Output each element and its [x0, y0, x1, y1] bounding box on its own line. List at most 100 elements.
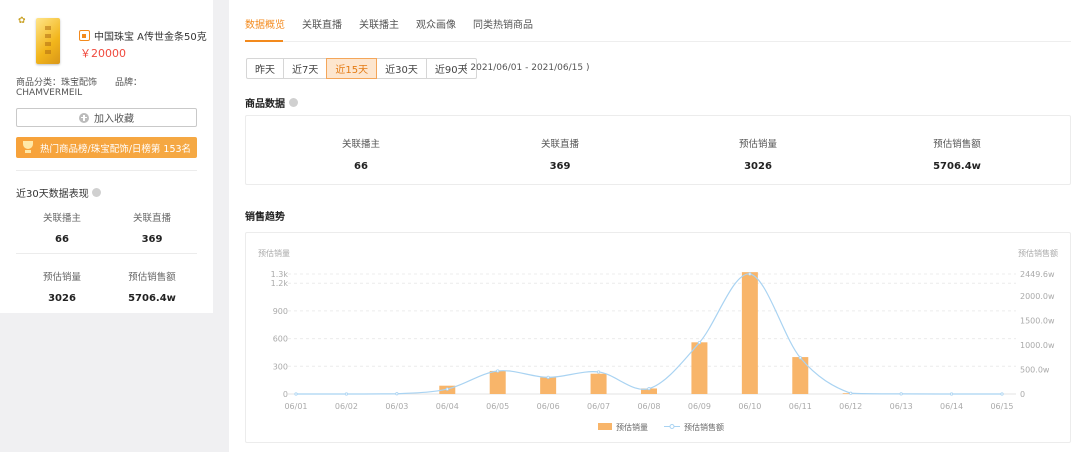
x-tick-label: 06/01 [284, 402, 307, 411]
line-point[interactable] [1000, 392, 1004, 396]
info-icon[interactable] [289, 98, 298, 107]
tab-related-lives[interactable]: 关联直播 [302, 16, 342, 31]
line-point[interactable] [596, 370, 601, 374]
date-option-7d[interactable]: 近7天 [283, 58, 328, 79]
line-point[interactable] [344, 392, 349, 396]
line-point[interactable] [445, 387, 449, 391]
product-meta: 商品分类：珠宝配饰 品牌： CHAMVERMEIL [16, 78, 206, 98]
product-image[interactable]: ✿ [16, 12, 74, 74]
metric-label: 预估销售额 [933, 139, 981, 150]
category-value: 珠宝配饰 [61, 78, 98, 88]
tab-audience-profile[interactable]: 观众画像 [416, 16, 456, 31]
y-axis-right-title: 预估销售额 [1018, 248, 1058, 258]
sales-trend-title: 销售趋势 [245, 208, 285, 223]
pin-icon: ✿ [18, 16, 26, 26]
y-tick-left-label: 1.2k [271, 279, 289, 288]
y-tick-right-label: 2449.6w [1020, 270, 1055, 279]
bar-est-sales[interactable] [792, 357, 809, 394]
left-stats-title-text: 近30天数据表现 [16, 189, 89, 200]
line-point[interactable] [899, 392, 903, 396]
stat-value: 66 [55, 234, 69, 245]
metric-est-revenue: 预估销售额 5706.4w [887, 136, 1027, 172]
product-title[interactable]: 中国珠宝 A传世金条50克 [94, 28, 207, 43]
rank-banner-text: 热门商品榜/珠宝配饰/日榜第 153名 [40, 143, 192, 155]
line-point[interactable] [647, 387, 651, 391]
sales-trend-chart: 预估销量 预估销售额03006009001.2k1.3k0500.0w1000.0… [258, 248, 1058, 432]
add-favorite-button[interactable]: 加入收藏 [16, 108, 197, 127]
product-price: ￥20000 [80, 47, 126, 60]
line-point[interactable] [546, 375, 550, 379]
tab-related-hosts[interactable]: 关联播主 [359, 16, 399, 31]
stat-value: 369 [141, 234, 163, 245]
y-tick-left-label: 1.3k [271, 270, 289, 279]
metric-est-sales: 预估销量 3026 [688, 136, 828, 172]
y-tick-left-label: 900 [273, 307, 288, 316]
line-point[interactable] [798, 356, 802, 360]
product-data-title: 商品数据 [245, 95, 298, 110]
trophy-icon [22, 140, 34, 155]
tab-similar-products[interactable]: 同类热销商品 [473, 16, 533, 31]
active-tab-indicator [245, 40, 283, 42]
x-tick-label: 06/04 [436, 402, 459, 411]
brand-value: CHAMVERMEIL [16, 88, 83, 98]
date-filter: 昨天 近7天 近15天 近30天 近90天 [246, 58, 477, 79]
shop-icon [79, 30, 90, 41]
metric-value: 66 [354, 161, 368, 172]
line-point[interactable] [395, 392, 399, 396]
stat-value: 3026 [48, 293, 76, 304]
x-tick-label: 06/03 [385, 402, 408, 411]
x-tick-label: 06/02 [335, 402, 358, 411]
info-icon[interactable] [91, 188, 101, 197]
stat-value: 5706.4w [128, 293, 176, 304]
gold-bar-icon [36, 18, 60, 64]
x-tick-label: 06/05 [486, 402, 509, 411]
y-tick-right-label: 0 [1020, 390, 1025, 399]
category-label: 商品分类： [16, 78, 62, 88]
bar-est-sales[interactable] [691, 342, 708, 394]
bar-est-sales[interactable] [590, 373, 607, 394]
x-tick-label: 06/14 [940, 402, 963, 411]
metric-label: 关联播主 [341, 139, 380, 150]
left-stats-title: 近30天数据表现 [16, 185, 101, 200]
y-tick-left-label: 600 [273, 335, 288, 344]
left-stat-related-lives: 关联直播 369 [107, 210, 197, 245]
stat-label: 关联播主 [42, 213, 81, 224]
divider [16, 253, 197, 254]
line-est-revenue[interactable] [296, 273, 1002, 395]
legend-line-marker [669, 424, 675, 429]
bar-est-sales[interactable] [489, 370, 506, 394]
metric-related-hosts: 关联播主 66 [291, 136, 431, 172]
metric-value: 5706.4w [933, 161, 981, 172]
bar-est-sales[interactable] [741, 272, 758, 394]
plus-circle-icon [79, 112, 89, 123]
product-data-card: 关联播主 66 关联直播 369 预估销量 3026 预估销售额 5706.4w [245, 115, 1071, 185]
x-tick-label: 06/08 [637, 402, 660, 411]
main-panel: 数据概览 关联直播 关联播主 观众画像 同类热销商品 昨天 近7天 近15天 近… [229, 0, 1080, 452]
date-option-15d[interactable]: 近15天 [326, 58, 378, 79]
metric-value: 3026 [744, 161, 772, 172]
legend-bar-swatch [598, 423, 612, 430]
line-point[interactable] [849, 391, 853, 395]
line-point[interactable] [748, 272, 752, 276]
x-tick-label: 06/09 [688, 402, 711, 411]
metric-value: 369 [549, 161, 571, 172]
tab-overview[interactable]: 数据概览 [245, 16, 285, 31]
x-tick-label: 06/10 [738, 402, 761, 411]
line-point[interactable] [294, 392, 298, 396]
y-tick-right-label: 1000.0w [1020, 341, 1055, 350]
legend-label: 预估销售额 [684, 422, 724, 432]
sales-trend-title-text: 销售趋势 [245, 212, 285, 223]
add-favorite-label: 加入收藏 [94, 114, 134, 125]
date-option-30d[interactable]: 近30天 [376, 58, 427, 79]
bar-est-sales[interactable] [540, 377, 557, 394]
line-point[interactable] [697, 340, 702, 345]
date-option-yesterday[interactable]: 昨天 [246, 58, 284, 79]
line-point[interactable] [496, 369, 500, 373]
line-point[interactable] [949, 392, 954, 396]
date-range-text: ( 2021/06/01 - 2021/06/15 ) [464, 63, 590, 73]
rank-banner[interactable]: 热门商品榜/珠宝配饰/日榜第 153名 [16, 137, 197, 158]
divider [16, 170, 197, 171]
y-tick-right-label: 1500.0w [1020, 317, 1055, 326]
metric-related-lives: 关联直播 369 [490, 136, 630, 172]
metric-label: 预估销量 [738, 139, 777, 150]
